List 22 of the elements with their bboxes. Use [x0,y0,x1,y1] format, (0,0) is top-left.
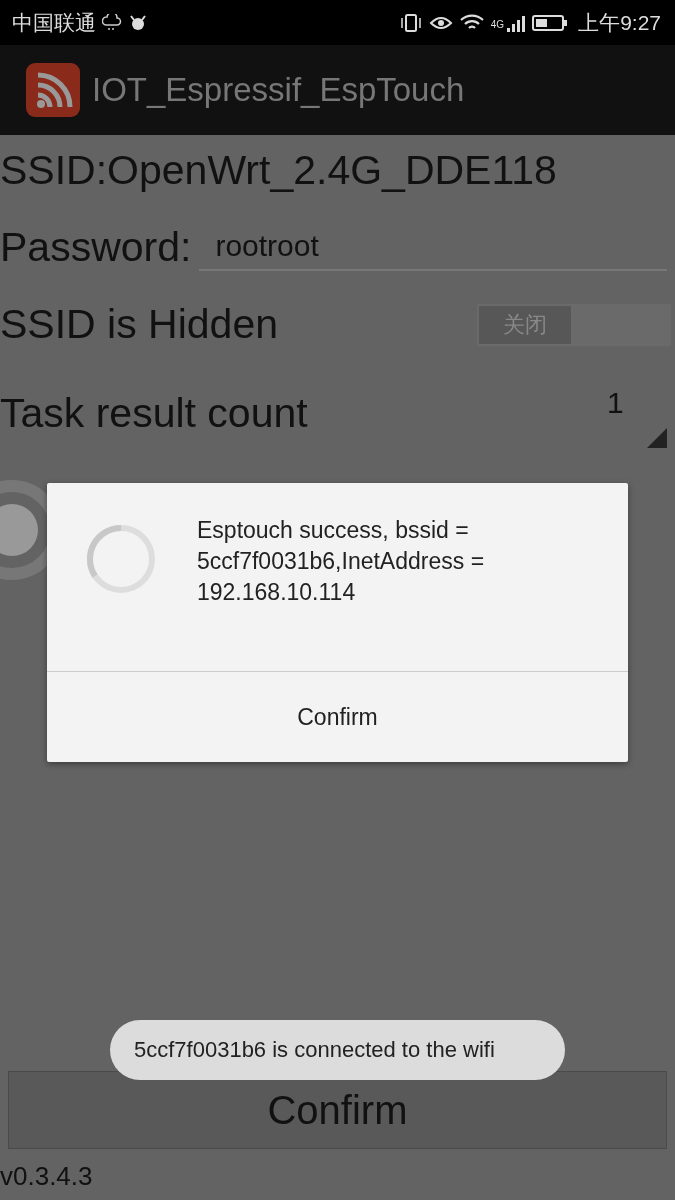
confirm-button[interactable]: Confirm [8,1071,667,1149]
carrier-name: 中国联通 [12,9,96,36]
vibrate-icon [398,12,423,33]
version-label: v0.3.4.3 [0,1161,94,1192]
animal-icon [128,13,148,32]
clock-time: 上午9:27 [578,9,661,36]
loading-spinner-icon [85,523,157,595]
count-label: Task result count [0,389,308,437]
count-dropdown[interactable]: 1 [607,378,667,448]
dialog-message: Esptouch success, bssid = 5ccf7f0031b6,InetAddress = 192.168.10.114 [197,516,486,607]
toast-message: 5ccf7f0031b6 is connected to the wifi [110,1020,565,1080]
app-title: IOT_Espressif_EspTouch [92,71,465,109]
password-field[interactable]: rootroot [199,229,667,271]
password-label: Password: [0,224,192,271]
ssid-label: SSID:OpenWrt_2.4G_DDE118 [0,147,558,194]
hidden-label: SSID is Hidden [0,301,278,348]
network-label: 4G [490,18,505,30]
battery-icon [532,12,569,33]
app-logo-icon [26,63,80,117]
dialog-confirm-button[interactable]: Confirm [47,672,628,762]
dropdown-icon [647,428,667,448]
weather-icon [102,13,122,32]
